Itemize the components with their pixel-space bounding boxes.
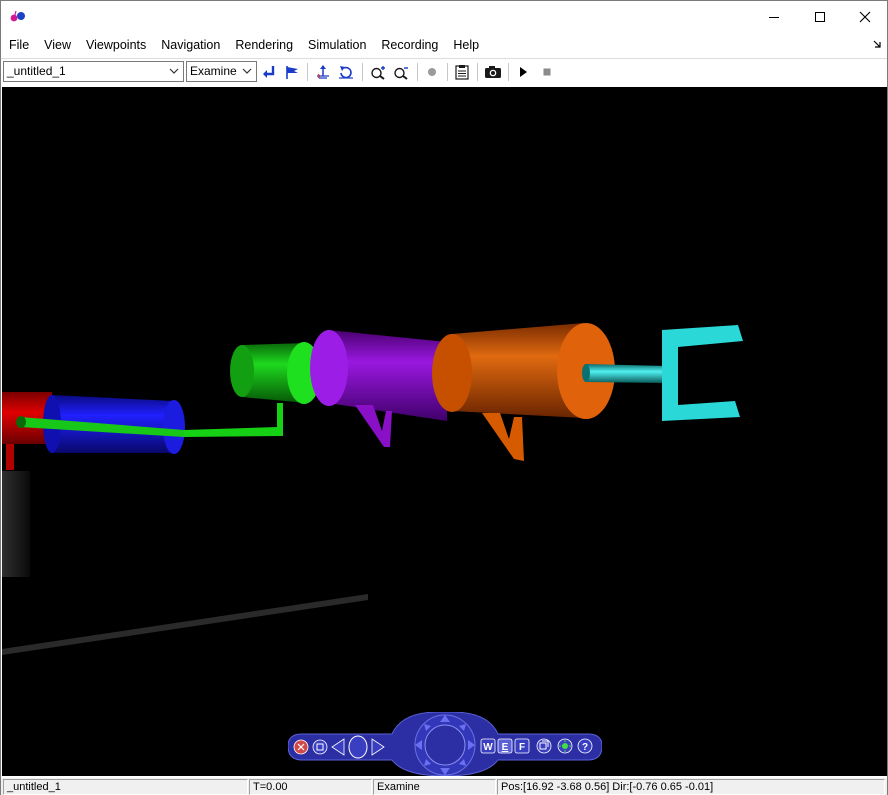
navpanel-help-button[interactable]: ? xyxy=(577,738,593,754)
app-window: File View Viewpoints Navigation Renderin… xyxy=(0,0,888,795)
scene-canvas xyxy=(2,323,743,655)
return-to-viewpoint-button[interactable] xyxy=(258,61,280,83)
straighten-up-icon xyxy=(317,65,329,79)
base-block xyxy=(2,471,30,577)
menu-viewpoints[interactable]: Viewpoints xyxy=(79,35,154,55)
orange-bracket xyxy=(482,413,524,461)
navpanel-direction-wheel[interactable] xyxy=(414,714,476,776)
help-label: ? xyxy=(582,742,588,753)
status-world: _untitled_1 xyxy=(3,779,248,795)
menu-view[interactable]: View xyxy=(37,35,79,55)
minimize-button[interactable] xyxy=(751,1,797,32)
snapshot-button[interactable] xyxy=(482,61,504,83)
menu-help[interactable]: Help xyxy=(446,35,487,55)
tilt-ring-icon xyxy=(348,735,368,759)
maximize-button[interactable] xyxy=(797,1,843,32)
title-bar xyxy=(1,1,887,32)
navpanel-restore-button[interactable] xyxy=(312,739,328,755)
record-button[interactable] xyxy=(421,61,443,83)
fly-label: F xyxy=(519,742,525,753)
properties-icon xyxy=(455,65,469,80)
toolbar-separator xyxy=(447,63,448,81)
navigation-combo-value: Examine xyxy=(190,64,237,78)
walk-label: W xyxy=(483,742,493,753)
menu-simulation[interactable]: Simulation xyxy=(301,35,374,55)
floor-rail xyxy=(2,594,368,655)
chevron-down-icon xyxy=(242,68,252,74)
toolbar: _untitled_1 Examine xyxy=(1,58,887,84)
toolbar-separator xyxy=(477,63,478,81)
rotate-view-icon xyxy=(339,66,353,79)
examine-label: E xyxy=(502,742,509,753)
status-time: T=0.00 xyxy=(249,779,372,795)
chevron-down-icon xyxy=(169,68,179,74)
menu-navigation[interactable]: Navigation xyxy=(154,35,228,55)
straighten-up-button[interactable] xyxy=(312,61,334,83)
purple-bracket xyxy=(355,405,392,447)
menu-dock-arrow-icon[interactable] xyxy=(873,40,881,48)
zoom-in-button[interactable] xyxy=(367,61,389,83)
blue-link-cap xyxy=(163,400,185,454)
return-to-viewpoint-icon xyxy=(263,66,275,78)
snapshot-camera-icon xyxy=(485,66,501,78)
toolbar-separator xyxy=(307,63,308,81)
world-combo-value: _untitled_1 xyxy=(7,64,66,78)
toolbar-separator xyxy=(417,63,418,81)
status-mode: Examine xyxy=(373,779,496,795)
purple-link-cap xyxy=(310,330,348,406)
world-combo[interactable]: _untitled_1 xyxy=(3,61,184,82)
stop-icon xyxy=(543,68,551,76)
navpanel-walk-button[interactable]: W xyxy=(480,738,496,754)
navpanel-fly-button[interactable]: F xyxy=(514,738,530,754)
navpanel-viewpoints-button[interactable] xyxy=(536,738,552,754)
navigation-mode-combo[interactable]: Examine xyxy=(186,61,257,82)
navigation-panel: W E F ? xyxy=(288,712,602,776)
flag-viewpoint-button[interactable] xyxy=(281,61,303,83)
status-bar: _untitled_1 T=0.00 Examine Pos:[16.92 -3… xyxy=(1,778,887,795)
menu-bar: File View Viewpoints Navigation Renderin… xyxy=(1,34,887,56)
record-indicator-icon xyxy=(428,68,436,76)
menu-rendering[interactable]: Rendering xyxy=(228,35,301,55)
toolbar-separator xyxy=(362,63,363,81)
rotate-view-button[interactable] xyxy=(335,61,357,83)
maximize-icon xyxy=(815,11,825,22)
stop-button[interactable] xyxy=(536,61,558,83)
red-leg xyxy=(6,444,14,470)
green-bracket xyxy=(184,403,283,437)
menu-recording[interactable]: Recording xyxy=(374,35,446,55)
zoom-out-icon xyxy=(394,67,408,80)
cyan-gripper xyxy=(662,325,743,421)
3d-viewport[interactable]: W E F ? xyxy=(2,87,887,776)
navpanel-headlight-button[interactable] xyxy=(557,738,573,754)
navpanel-tilt-button[interactable] xyxy=(348,735,368,759)
menu-file[interactable]: File xyxy=(1,35,37,55)
flag-viewpoint-icon xyxy=(286,66,298,79)
minimize-icon xyxy=(769,16,779,18)
cyan-shaft xyxy=(586,364,668,383)
cyan-shaft-end xyxy=(582,364,590,382)
zoom-out-button[interactable] xyxy=(390,61,412,83)
properties-button[interactable] xyxy=(451,61,473,83)
close-icon xyxy=(859,11,871,22)
green-rod-end xyxy=(16,416,26,428)
toolbar-separator xyxy=(508,63,509,81)
app-logo-icon xyxy=(10,10,25,22)
orange-link-back xyxy=(432,334,472,412)
navpanel-close-button[interactable] xyxy=(293,739,309,755)
navpanel-examine-button[interactable]: E xyxy=(497,738,513,754)
headlight-icon xyxy=(562,743,568,749)
play-icon xyxy=(520,67,527,77)
zoom-in-icon xyxy=(371,66,385,80)
green-link-back xyxy=(230,345,254,397)
close-button[interactable] xyxy=(842,1,888,32)
play-button[interactable] xyxy=(512,61,534,83)
status-position: Pos:[16.92 -3.68 0.56] Dir:[-0.76 0.65 -… xyxy=(497,779,885,795)
